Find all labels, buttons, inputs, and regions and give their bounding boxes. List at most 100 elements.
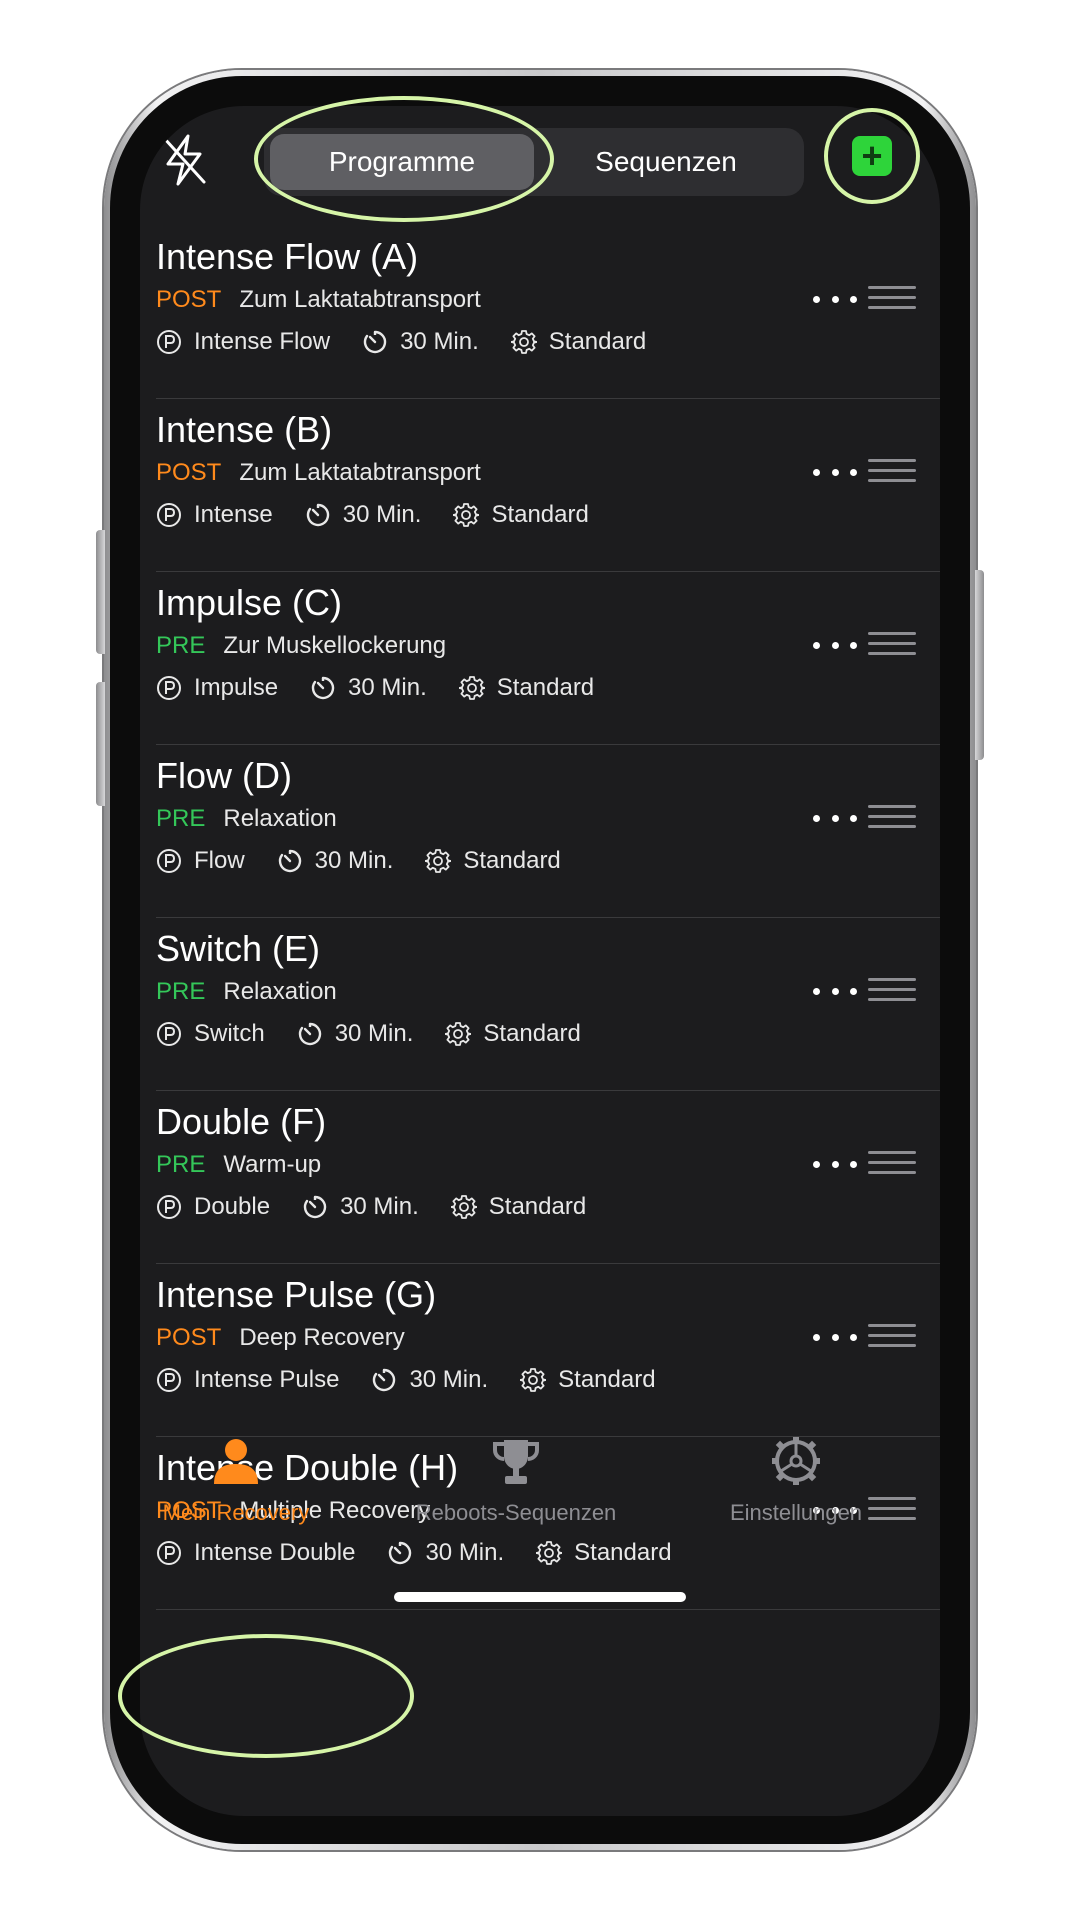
home-indicator[interactable] (394, 1592, 686, 1602)
reorder-handle-icon[interactable] (868, 978, 918, 1004)
program-p-icon (157, 330, 181, 354)
settings-wheel-icon (772, 1437, 820, 1485)
handle-line (868, 632, 916, 635)
dot (813, 1333, 820, 1341)
reorder-handle-icon[interactable] (868, 459, 918, 485)
dot (850, 1333, 857, 1341)
timer-icon (373, 1368, 396, 1392)
program-p-icon (157, 1022, 181, 1046)
program-duration: 30 Min. (400, 328, 479, 355)
handle-line (868, 296, 916, 299)
segment-sequenzen[interactable]: Sequenzen (534, 134, 798, 190)
handle-line (868, 978, 916, 981)
program-row[interactable]: Double (F) PRE Warm-up Double 30 Min. Standar… (156, 1091, 940, 1264)
program-row[interactable]: Switch (E) PRE Relaxation Switch 30 Min. Stan… (156, 918, 940, 1091)
reorder-handle-icon[interactable] (868, 1324, 918, 1350)
more-options-button[interactable] (813, 465, 857, 479)
tab-bar: Mein Recovery Reboots-Sequenzen Einstell… (140, 1436, 940, 1566)
program-title: Intense Pulse (G) (156, 1274, 437, 1315)
program-p-icon (157, 1368, 181, 1392)
power-button (975, 570, 984, 760)
highlight-ring-add (824, 108, 920, 204)
tab-reboots-sequenzen[interactable]: Reboots-Sequenzen (386, 1436, 646, 1556)
tab-einstellungen[interactable]: Einstellungen (666, 1436, 926, 1556)
program-name: Double (194, 1193, 271, 1220)
dot (831, 987, 839, 995)
dot (850, 468, 857, 476)
program-subtitle: PRE Zur Muskellockerung (156, 632, 446, 660)
highlight-ring-tab (118, 1634, 414, 1758)
program-p-icon (157, 1195, 181, 1219)
more-options-button[interactable] (813, 638, 857, 652)
more-options-button[interactable] (813, 984, 857, 998)
program-name: Flow (194, 847, 245, 874)
more-options-button[interactable] (813, 292, 857, 306)
handle-line (868, 286, 916, 289)
flash-off-icon[interactable] (156, 130, 212, 190)
dot (831, 1160, 839, 1168)
program-list: Intense Flow (A) POST Zum Laktatabtranspor… (140, 226, 940, 1610)
timer-icon (298, 1022, 321, 1046)
dot (850, 1160, 857, 1168)
program-row[interactable]: Intense Pulse (G) POST Deep Recovery Intens… (156, 1264, 940, 1437)
program-meta: Switch 30 Min. Standard (156, 1020, 613, 1048)
program-subtitle: PRE Relaxation (156, 805, 337, 833)
handle-line (868, 1171, 916, 1174)
handle-line (868, 998, 916, 1001)
program-description: Deep Recovery (239, 1324, 405, 1351)
dot (831, 468, 839, 476)
program-setting: Standard (488, 1193, 587, 1220)
program-subtitle: POST Deep Recovery (156, 1324, 405, 1352)
gear-icon (520, 1368, 547, 1392)
program-setting: Standard (483, 1020, 581, 1047)
phase-tag: POST (156, 286, 222, 313)
program-description: Zum Laktatabtransport (239, 459, 481, 486)
program-duration: 30 Min. (409, 1366, 489, 1393)
timer-icon (303, 1195, 327, 1219)
more-options-button[interactable] (813, 1157, 857, 1171)
phase-tag: POST (156, 459, 222, 486)
gear-icon (458, 676, 485, 700)
program-row[interactable]: Intense (B) POST Zum Laktatabtransport Inte… (156, 399, 940, 572)
handle-line (868, 825, 916, 828)
timer-icon (306, 503, 329, 527)
program-row[interactable]: Impulse (C) PRE Zur Muskellockerung Impulse… (156, 572, 940, 745)
program-setting: Standard (496, 674, 595, 701)
handle-line (868, 1334, 916, 1337)
handle-line (868, 805, 916, 808)
dot (850, 987, 857, 995)
program-duration: 30 Min. (314, 847, 394, 874)
program-description: Relaxation (223, 805, 337, 832)
handle-line (868, 642, 916, 645)
program-name: Intense Flow (194, 328, 331, 355)
volume-down-button (96, 682, 105, 806)
reorder-handle-icon[interactable] (868, 1151, 918, 1177)
tab-mein-recovery[interactable]: Mein Recovery (140, 1436, 366, 1556)
app-screen: Programme Sequenzen + Intense Flow (A) PO… (140, 106, 940, 1816)
more-options-button[interactable] (813, 1330, 857, 1344)
dot (813, 468, 820, 476)
timer-icon (278, 849, 301, 873)
gear-icon (510, 330, 537, 354)
tab-label: Reboots-Sequenzen (415, 1500, 617, 1525)
reorder-handle-icon[interactable] (868, 805, 918, 831)
volume-up-button (96, 530, 105, 654)
dot (813, 641, 820, 649)
program-duration: 30 Min. (342, 501, 422, 528)
handle-line (868, 988, 916, 991)
timer-icon (311, 676, 335, 700)
person-icon (214, 1439, 258, 1484)
dot (831, 641, 839, 649)
handle-line (868, 815, 916, 818)
program-duration: 30 Min. (348, 674, 427, 701)
dot (813, 987, 820, 995)
more-options-button[interactable] (813, 811, 857, 825)
reorder-handle-icon[interactable] (868, 632, 918, 658)
dot (813, 295, 820, 303)
reorder-handle-icon[interactable] (868, 286, 918, 312)
program-setting: Standard (491, 501, 589, 528)
program-row[interactable]: Flow (D) PRE Relaxation Flow 30 Min. Standard (156, 745, 940, 918)
program-title: Impulse (C) (156, 582, 343, 623)
phase-tag: PRE (156, 632, 206, 659)
program-row[interactable]: Intense Flow (A) POST Zum Laktatabtranspor… (156, 226, 940, 399)
